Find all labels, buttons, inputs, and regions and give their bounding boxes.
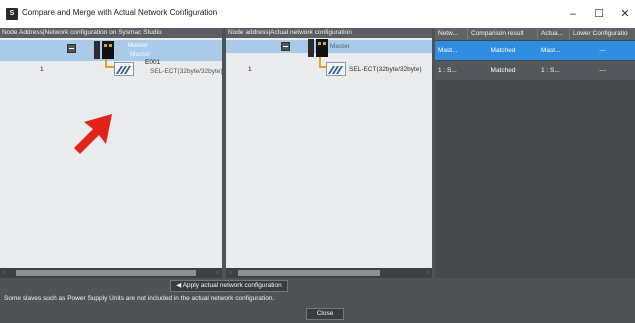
column-header-comparison-result[interactable]: Comparison result	[468, 28, 538, 40]
master-sublabel: Master	[130, 51, 150, 58]
scroll-right-icon[interactable]: ›	[423, 268, 432, 278]
app-icon: S	[6, 8, 18, 20]
grid-cell: Mast...	[438, 47, 458, 54]
left-horizontal-scrollbar[interactable]: ‹ ›	[0, 268, 222, 278]
grid-cell: Matched	[490, 67, 516, 74]
middle-panel-header: Node address|Actual network configuratio…	[226, 28, 432, 38]
scrollbar-thumb[interactable]	[238, 270, 380, 276]
slave-device-icon[interactable]	[114, 62, 134, 76]
scrollbar-thumb[interactable]	[16, 270, 196, 276]
grid-cell: 1 : S...	[438, 67, 457, 74]
scroll-right-icon[interactable]: ›	[213, 268, 222, 278]
sysmac-network-tree[interactable]: Master Master 1 E001 SEL-ECT(32byte/32by…	[0, 38, 223, 268]
title-bar: S Compare and Merge with Actual Network …	[0, 0, 635, 28]
table-row[interactable]: Mast... Matched Mast... ---	[435, 41, 635, 60]
close-window-button[interactable]: ✕	[612, 3, 635, 25]
red-arrow-icon	[74, 114, 112, 154]
middle-horizontal-scrollbar[interactable]: ‹ ›	[226, 268, 432, 278]
scroll-left-icon[interactable]: ‹	[226, 268, 235, 278]
master-controller-icon	[308, 39, 330, 57]
grid-header: Netw... Comparison result Actua... Lower…	[435, 28, 635, 40]
info-note: Some slaves such as Power Supply Units a…	[4, 295, 275, 302]
slave-node-address: 1	[40, 66, 44, 73]
slave-device-model: SEL-ECT(32byte/32byte)	[150, 68, 223, 75]
grid-cell: Mast...	[541, 47, 561, 54]
collapse-icon[interactable]	[281, 42, 290, 51]
scroll-left-icon[interactable]: ‹	[0, 268, 9, 278]
slave-name: E001	[145, 59, 161, 66]
grid-cell: 1 : S...	[541, 67, 560, 74]
table-row[interactable]: 1 : S... Matched 1 : S... ---	[435, 61, 635, 80]
actual-network-tree[interactable]: Master 1 SEL-ECT(32byte/32byte)	[226, 38, 432, 268]
slave-device-icon[interactable]	[326, 62, 346, 76]
left-panel-header: Node Address|Network configuration on Sy…	[0, 28, 222, 38]
grid-cell: ---	[599, 67, 606, 74]
column-header-network[interactable]: Netw...	[435, 28, 468, 40]
grid-cell: ---	[599, 47, 606, 54]
column-header-actual[interactable]: Actua...	[538, 28, 570, 40]
master-label: Master	[330, 43, 350, 50]
close-button[interactable]: Close	[306, 308, 344, 320]
minimize-button[interactable]: –	[560, 3, 586, 25]
window-title: Compare and Merge with Actual Network Co…	[22, 8, 218, 17]
dialog-body: Node Address|Network configuration on Sy…	[0, 28, 635, 323]
maximize-button[interactable]: ☐	[586, 3, 612, 25]
sysmac-configuration-panel: Node Address|Network configuration on Sy…	[0, 28, 223, 278]
apply-actual-configuration-button[interactable]: ◀ Apply actual network configuration	[170, 280, 288, 292]
slave-device-model: SEL-ECT(32byte/32byte)	[349, 66, 422, 73]
slave-node-address: 1	[248, 66, 252, 73]
collapse-icon[interactable]	[67, 44, 76, 53]
master-controller-icon	[94, 41, 116, 59]
actual-configuration-panel: Node address|Actual network configuratio…	[226, 28, 432, 278]
column-header-lower-configuration[interactable]: Lower Configuratio	[570, 28, 635, 40]
comparison-result-grid: Netw... Comparison result Actua... Lower…	[435, 28, 635, 278]
master-label: Master	[128, 42, 148, 49]
grid-cell: Matched	[490, 47, 516, 54]
